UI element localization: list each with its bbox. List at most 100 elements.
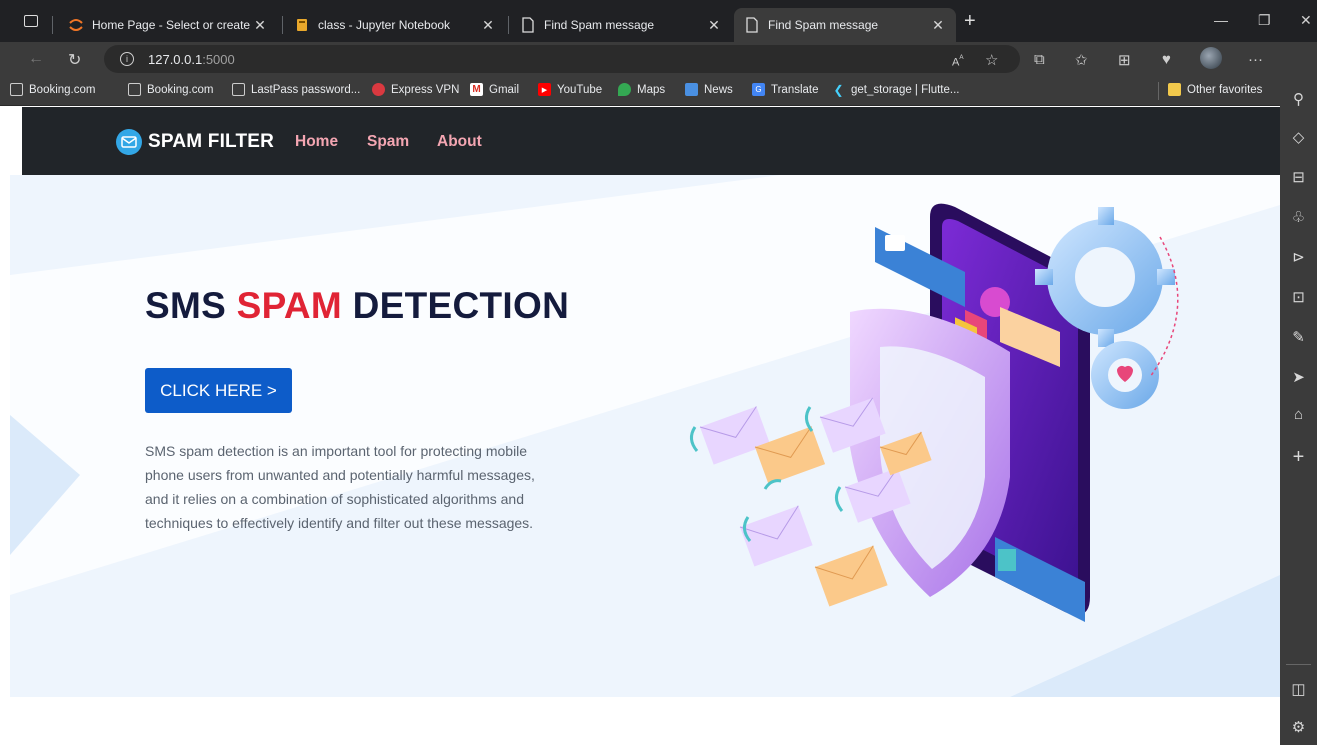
games-icon[interactable]: ♧ — [1280, 208, 1317, 226]
bookmark-lastpass[interactable]: LastPass password... — [232, 83, 360, 96]
address-bar[interactable]: i 127.0.0.1:5000 — [104, 45, 1020, 73]
bookmark-gmail[interactable]: M Gmail — [470, 83, 519, 96]
bookmark-maps[interactable]: Maps — [618, 83, 665, 96]
profile-avatar[interactable] — [1200, 47, 1222, 69]
bookmark-youtube[interactable]: ▶ YouTube — [538, 83, 602, 96]
bookmark-flutter[interactable]: ❮ get_storage | Flutte... — [832, 83, 960, 97]
brand-name: SPAM FILTER — [148, 131, 275, 152]
bookmark-label: Express VPN — [391, 83, 460, 96]
gmail-icon: M — [470, 83, 483, 96]
tab-separator — [282, 16, 283, 34]
bell-icon[interactable]: ⌂ — [1280, 406, 1317, 423]
maps-icon — [618, 83, 631, 96]
bookmark-label: Other favorites — [1187, 83, 1263, 96]
edit-image-icon[interactable]: ✎ — [1280, 328, 1317, 346]
close-icon[interactable]: ✕ — [480, 17, 496, 34]
refresh-icon[interactable]: ↻ — [68, 50, 81, 70]
nav-spam[interactable]: Spam — [367, 133, 409, 151]
extensions-icon[interactable]: ⧉ — [1034, 51, 1045, 68]
bookmark-label: get_storage | Flutte... — [851, 83, 960, 96]
read-aloud-icon[interactable]: Aᴬ — [952, 53, 964, 69]
tab-jupyter-notebook[interactable]: class - Jupyter Notebook ✕ — [284, 8, 506, 42]
bookmark-label: YouTube — [557, 83, 603, 96]
office-icon[interactable]: ⊳ — [1280, 248, 1317, 266]
sidebar-divider — [1286, 664, 1311, 665]
page-icon — [128, 83, 141, 96]
more-options-icon[interactable]: ··· — [1248, 51, 1263, 68]
bookmark-translate[interactable]: G Translate — [752, 83, 819, 96]
browser-tab-bar: Home Page - Select or create a n ✕ class… — [0, 0, 1317, 42]
bookmark-news[interactable]: News — [685, 83, 733, 96]
search-icon[interactable]: ⚲ — [1280, 90, 1317, 108]
tab-actions-icon[interactable] — [24, 15, 38, 27]
tab-title: Find Spam message — [544, 18, 655, 32]
add-icon[interactable]: + — [1280, 446, 1317, 469]
bookmark-label: News — [704, 83, 733, 96]
health-icon[interactable]: ♥ — [1162, 51, 1171, 68]
back-icon[interactable]: ← — [28, 50, 44, 68]
tab-separator — [52, 16, 53, 34]
minimize-icon[interactable]: — — [1214, 12, 1228, 28]
expressvpn-icon — [372, 83, 385, 96]
notebook-icon — [294, 17, 310, 33]
page-icon — [520, 17, 536, 33]
close-window-icon[interactable]: ✕ — [1300, 12, 1312, 29]
new-tab-button[interactable]: + — [964, 10, 976, 33]
tab-title: Home Page - Select or create a n — [92, 18, 252, 32]
collections-icon[interactable]: ⊞ — [1118, 51, 1131, 69]
other-favorites[interactable]: Other favorites — [1168, 83, 1262, 96]
send-icon[interactable]: ➤ — [1280, 368, 1317, 386]
page-icon — [744, 17, 760, 33]
hero-title: SMS SPAM DETECTION — [145, 285, 569, 327]
jupyter-icon — [68, 17, 84, 33]
restore-icon[interactable]: ❐ — [1258, 12, 1271, 29]
hero-title-part1: SMS — [145, 285, 237, 326]
address-toolbar: ← ↻ i 127.0.0.1:5000 Aᴬ ☆ ⧉ ✩ ⊞ ♥ ··· — [0, 42, 1280, 76]
news-icon — [685, 83, 698, 96]
bookmark-label: Booking.com — [147, 83, 214, 96]
add-favorite-icon[interactable]: ☆ — [985, 51, 998, 69]
close-icon[interactable]: ✕ — [252, 17, 268, 34]
hero-description: SMS spam detection is an important tool … — [145, 443, 535, 531]
bookmark-expressvpn[interactable]: Express VPN — [372, 83, 459, 96]
click-here-button[interactable]: CLICK HERE > — [145, 368, 292, 413]
tab-title: Find Spam message — [768, 18, 879, 32]
bookmark-label: Booking.com — [29, 83, 96, 96]
web-page: SPAM FILTER Home Spam About SMS SPAM DET… — [0, 107, 1280, 745]
sidebar-toggle-icon[interactable]: ◫ — [1280, 680, 1317, 698]
bookmark-label: Maps — [637, 83, 666, 96]
site-navbar: SPAM FILTER Home Spam About — [22, 107, 1280, 175]
brand[interactable]: SPAM FILTER — [116, 129, 274, 155]
tools-briefcase-icon[interactable]: ⊟ — [1280, 168, 1317, 186]
edge-sidebar: ⚲ ◇ ⊟ ♧ ⊳ ⊡ ✎ ➤ ⌂ + ◫ ⚙ — [1280, 42, 1317, 745]
shopping-tag-icon[interactable]: ◇ — [1280, 128, 1317, 146]
url-port: :5000 — [202, 51, 235, 67]
favorites-icon[interactable]: ✩ — [1075, 51, 1088, 69]
bookmark-label: Translate — [771, 83, 819, 96]
favbar-divider — [1158, 82, 1159, 100]
info-icon[interactable]: i — [120, 52, 134, 66]
hero-title-part2: DETECTION — [342, 285, 570, 326]
folder-icon — [1168, 83, 1181, 96]
bookmark-booking-2[interactable]: Booking.com — [128, 83, 213, 96]
page-icon — [232, 83, 245, 96]
close-icon[interactable]: ✕ — [706, 17, 722, 34]
translate-icon: G — [752, 83, 765, 96]
settings-gear-icon[interactable]: ⚙ — [1280, 718, 1317, 736]
favorites-bar: Booking.com Booking.com LastPass passwor… — [0, 76, 1280, 106]
page-icon — [10, 83, 23, 96]
url-host: 127.0.0.1 — [148, 51, 203, 67]
bookmark-label: LastPass password... — [251, 83, 361, 96]
bookmark-booking-1[interactable]: Booking.com — [10, 83, 95, 96]
outlook-icon[interactable]: ⊡ — [1280, 288, 1317, 306]
close-icon[interactable]: ✕ — [930, 17, 946, 34]
tab-home-page[interactable]: Home Page - Select or create a n ✕ — [58, 8, 278, 42]
nav-home[interactable]: Home — [295, 133, 338, 151]
spam-shield-illustration — [690, 203, 1179, 622]
tab-separator — [508, 16, 509, 34]
tab-title: class - Jupyter Notebook — [318, 18, 451, 32]
tab-find-spam-message[interactable]: Find Spam message ✕ — [510, 8, 732, 42]
nav-about[interactable]: About — [437, 133, 482, 151]
tab-find-spam-message-active[interactable]: Find Spam message ✕ — [734, 8, 956, 42]
mail-shield-logo-icon — [116, 129, 142, 155]
